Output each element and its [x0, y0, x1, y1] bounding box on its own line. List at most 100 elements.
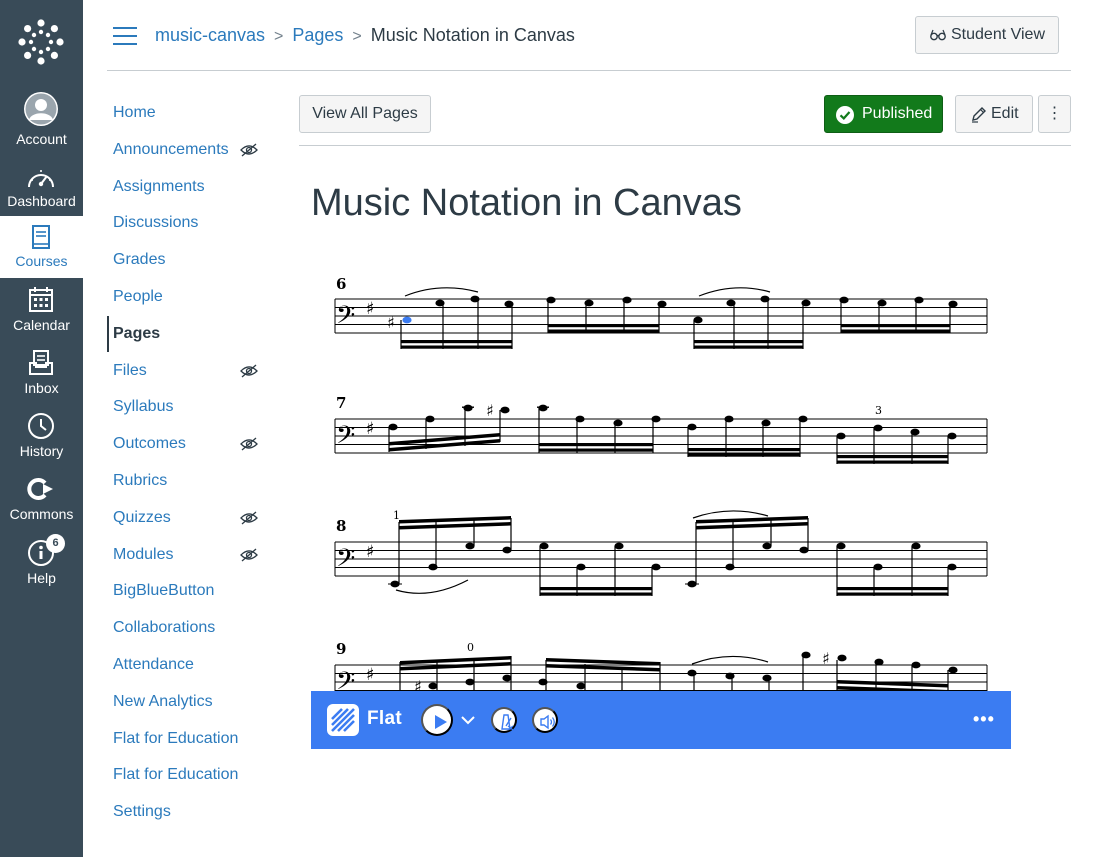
course-nav-files[interactable]: Files [107, 353, 277, 389]
measure-number: 7 [336, 394, 346, 412]
chevron-down-icon[interactable] [459, 711, 477, 729]
course-nav-bigbluebutton[interactable]: BigBlueButton [107, 573, 277, 609]
breadcrumb-pages-link[interactable]: Pages [292, 25, 343, 45]
course-menu-toggle-icon[interactable] [113, 27, 137, 45]
global-nav-label: Courses [15, 253, 68, 269]
global-nav-label: Commons [9, 506, 74, 522]
page-title: Music Notation in Canvas [311, 182, 742, 224]
commons-icon [27, 478, 53, 500]
metronome-icon [501, 714, 514, 731]
course-nav-collaborations[interactable]: Collaborations [107, 610, 277, 646]
flat-player-toolbar: Flat ••• [311, 691, 1011, 749]
breadcrumb: music-canvas > Pages > Music Notation in Can… [155, 24, 575, 48]
course-nav-label: Flat for Education [113, 766, 239, 783]
global-nav-commons[interactable]: Commons [0, 471, 83, 533]
metronome-toggle-button[interactable] [491, 707, 517, 733]
course-nav-modules[interactable]: Modules [107, 537, 277, 573]
hidden-eye-icon [240, 548, 258, 562]
course-nav-flat-for-education-2[interactable]: Flat for Education [107, 757, 277, 793]
breadcrumb-current: Music Notation in Canvas [370, 25, 575, 45]
course-nav-syllabus[interactable]: Syllabus [107, 389, 277, 425]
svg-text:𝄢: 𝄢 [336, 544, 355, 579]
music-score: 6 𝄢 ♯ ♯ 7 𝄢 ♯ ♯ 3 8 𝄢 ♯ 1 9 𝄢 ♯ ♯ ♯ 0 [334, 275, 988, 691]
edit-button[interactable]: Edit [955, 95, 1033, 133]
global-nav-label: Inbox [24, 380, 59, 396]
course-nav-grades[interactable]: Grades [107, 242, 277, 278]
svg-text:♯: ♯ [822, 649, 830, 668]
score-system-6: 6 𝄢 ♯ ♯ [334, 275, 988, 349]
fingering-annotation: 0 [467, 641, 474, 654]
help-badge: 6 [46, 534, 65, 553]
inbox-icon [29, 350, 53, 375]
flat-brand-name: Flat [367, 708, 402, 729]
view-all-pages-button[interactable]: View All Pages [299, 95, 431, 133]
course-nav-label: Files [113, 362, 147, 379]
course-nav-discussions[interactable]: Discussions [107, 205, 277, 241]
global-nav-label: Dashboard [7, 193, 76, 209]
course-nav-label: Flat for Education [113, 730, 239, 747]
page-more-options-button[interactable]: ⋮ [1038, 95, 1071, 133]
course-nav-people[interactable]: People [107, 279, 277, 315]
global-nav-courses[interactable]: Courses [0, 216, 83, 278]
student-view-button[interactable]: Student View [915, 16, 1059, 54]
measure-number: 8 [336, 517, 346, 535]
course-nav-rubrics[interactable]: Rubrics [107, 463, 277, 499]
course-nav-label: Discussions [113, 214, 199, 231]
svg-text:♯: ♯ [366, 665, 374, 685]
global-nav-dashboard[interactable]: Dashboard [0, 160, 83, 222]
svg-text:♯: ♯ [414, 677, 422, 691]
hidden-eye-icon [240, 364, 258, 378]
course-nav-home[interactable]: Home [107, 95, 277, 131]
fingering-annotation: 1 [393, 509, 400, 522]
hidden-eye-icon [240, 511, 258, 525]
volume-button[interactable] [532, 707, 558, 733]
flat-more-options-button[interactable]: ••• [973, 708, 994, 730]
measure-number: 6 [336, 275, 346, 293]
global-nav-account[interactable]: Account [0, 86, 83, 148]
hidden-eye-icon [240, 143, 258, 157]
global-nav-label: Help [27, 570, 56, 586]
course-nav-label: Modules [113, 546, 174, 563]
course-nav-label: BigBlueButton [113, 582, 215, 599]
course-nav-pages[interactable]: Pages [107, 316, 277, 352]
svg-text:𝄢: 𝄢 [336, 421, 355, 456]
course-nav-label: Grades [113, 251, 166, 268]
course-nav-new-analytics[interactable]: New Analytics [107, 684, 277, 720]
score-system-9: 9 𝄢 ♯ ♯ ♯ 0 [334, 640, 988, 691]
fingering-annotation: 3 [875, 404, 882, 417]
hidden-eye-icon [240, 437, 258, 451]
breadcrumb-separator: > [274, 28, 284, 45]
pencil-icon [972, 107, 986, 123]
play-button[interactable] [421, 704, 453, 736]
course-nav-assignments[interactable]: Assignments [107, 169, 277, 205]
course-nav-flat-for-education[interactable]: Flat for Education [107, 721, 277, 757]
score-system-8: 8 𝄢 ♯ 1 [334, 509, 988, 596]
published-button[interactable]: Published [824, 95, 943, 133]
svg-text:♯: ♯ [366, 299, 374, 319]
global-nav-label: History [19, 443, 64, 459]
global-nav-inbox[interactable]: Inbox [0, 345, 83, 407]
global-nav-history[interactable]: History [0, 408, 83, 470]
course-nav-label: Collaborations [113, 619, 216, 636]
breadcrumb-course-link[interactable]: music-canvas [155, 25, 265, 45]
header-divider [107, 70, 1071, 71]
course-nav-settings[interactable]: Settings [107, 794, 277, 830]
course-nav-announcements[interactable]: Announcements [107, 132, 277, 168]
play-icon [435, 715, 447, 729]
svg-text:♯: ♯ [387, 313, 395, 332]
course-nav-quizzes[interactable]: Quizzes [107, 500, 277, 536]
flat-logo-icon[interactable] [327, 704, 359, 736]
global-nav-help[interactable]: Help [0, 535, 83, 597]
course-nav-label: Syllabus [113, 398, 174, 415]
breadcrumb-separator: > [352, 28, 362, 45]
course-nav-outcomes[interactable]: Outcomes [107, 426, 277, 462]
global-navigation: Account Dashboard Courses Calendar Inbox… [0, 0, 83, 857]
global-nav-calendar[interactable]: Calendar [0, 282, 83, 344]
svg-text:𝄢: 𝄢 [336, 667, 355, 691]
calendar-icon [29, 287, 53, 312]
canvas-logo-icon[interactable] [17, 18, 65, 66]
measure-number: 9 [336, 640, 346, 658]
flat-score-embed[interactable]: 6 𝄢 ♯ ♯ 7 𝄢 ♯ ♯ 3 8 𝄢 ♯ 1 9 𝄢 ♯ ♯ ♯ 0 [311, 262, 1011, 691]
course-nav-attendance[interactable]: Attendance [107, 647, 277, 683]
svg-text:𝄢: 𝄢 [336, 301, 355, 336]
